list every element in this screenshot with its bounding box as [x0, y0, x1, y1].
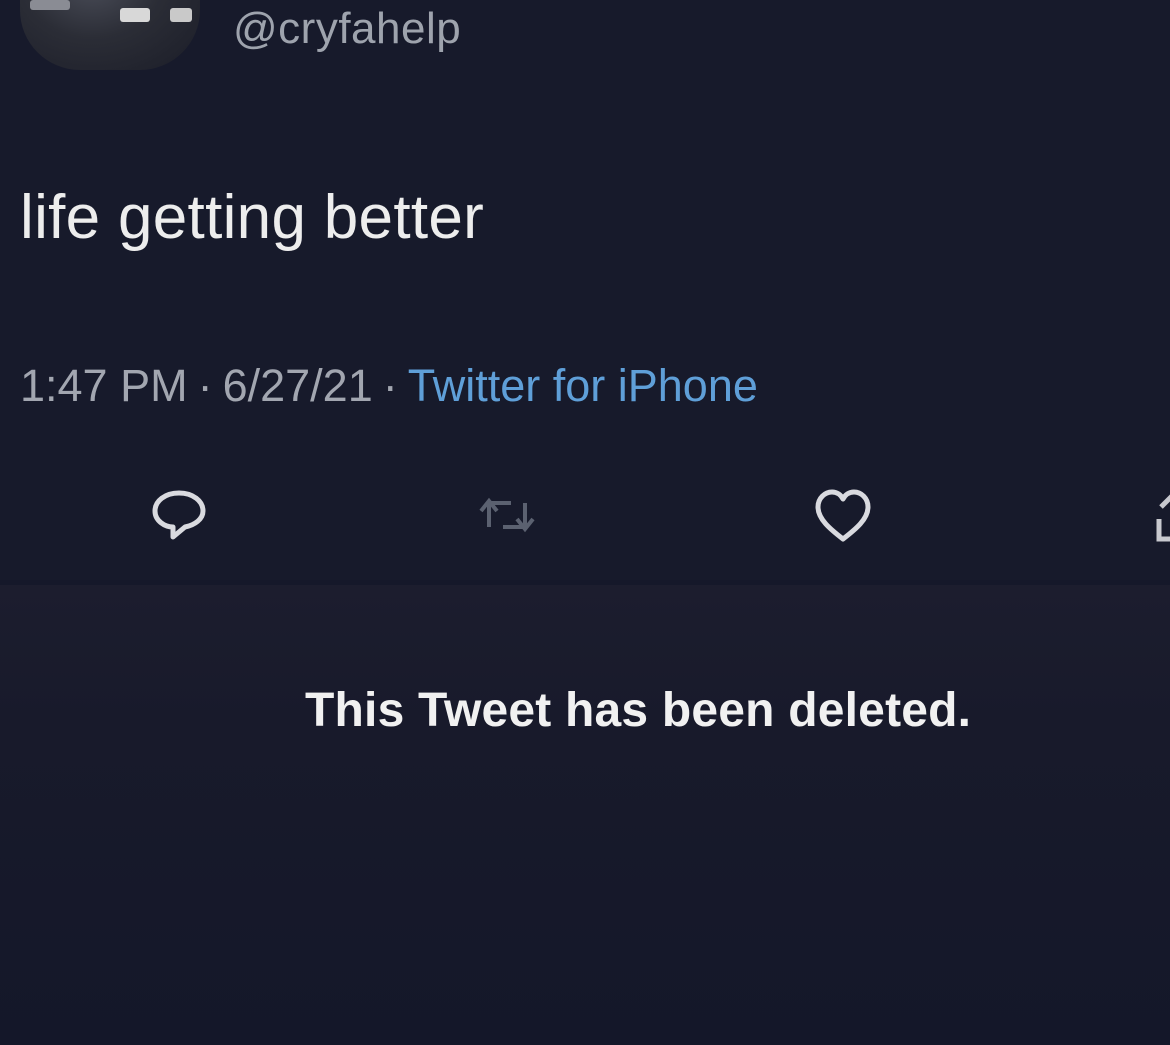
meta-separator: · [382, 360, 398, 411]
avatar-detail [120, 8, 150, 22]
retweet-icon [479, 497, 535, 533]
tweet-text: life getting better [20, 183, 485, 252]
share-button[interactable] [1134, 480, 1170, 550]
reply-button[interactable] [144, 480, 214, 550]
like-button[interactable] [808, 480, 878, 550]
tweet-meta: 1:47 PM · 6/27/21 · Twitter for iPhone [20, 360, 758, 412]
tweet-card: @cryfahelp life getting better 1:47 PM · 6… [0, 0, 1170, 580]
share-icon [1156, 494, 1170, 542]
deleted-tweet-panel [0, 585, 1170, 1045]
tweet-time: 1:47 PM [20, 360, 188, 411]
tweet-source-link[interactable]: Twitter for iPhone [408, 360, 758, 411]
meta-separator: · [197, 360, 213, 411]
retweet-button[interactable] [472, 480, 542, 550]
heart-icon [815, 489, 871, 542]
avatar-detail [30, 0, 70, 10]
user-handle[interactable]: @cryfahelp [233, 4, 461, 54]
avatar-detail [170, 8, 192, 22]
deleted-tweet-notice: This Tweet has been deleted. [305, 684, 972, 737]
speech-bubble-icon [152, 490, 206, 540]
tweet-date: 6/27/21 [222, 360, 373, 411]
avatar[interactable] [20, 0, 200, 70]
tweet-actions [0, 470, 1170, 550]
